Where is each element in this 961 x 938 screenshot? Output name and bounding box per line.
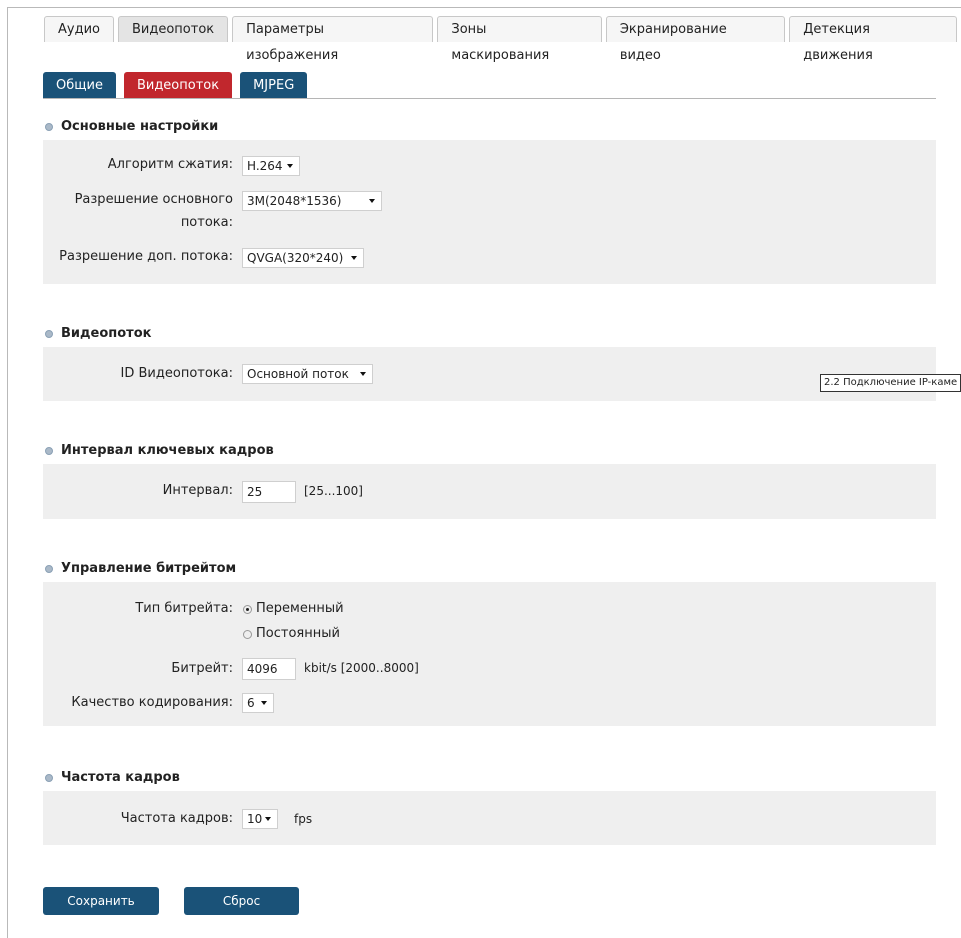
- main-res-label-line1: Разрешение основного: [74, 192, 233, 207]
- tab-audio[interactable]: Аудио: [44, 16, 114, 42]
- stream-id-select-value: Основной поток: [247, 367, 349, 381]
- chevron-down-icon: [261, 701, 267, 705]
- section-title-basic-text: Основные настройки: [61, 119, 219, 134]
- section-title-keyframe: Интервал ключевых кадров: [45, 443, 274, 458]
- stream-id-label: ID Видеопотока:: [120, 366, 233, 381]
- section-title-bitrate: Управление битрейтом: [45, 561, 236, 576]
- section-title-keyframe-text: Интервал ключевых кадров: [61, 443, 274, 458]
- compression-select[interactable]: H.264: [242, 156, 300, 176]
- section-title-framerate: Частота кадров: [45, 770, 180, 785]
- bullet-icon: [45, 773, 53, 782]
- compression-label: Алгоритм сжатия:: [107, 157, 233, 172]
- bullet-icon: [45, 564, 53, 573]
- tab-image-params[interactable]: Параметры изображения: [232, 16, 434, 63]
- tooltip: 2.2 Подключение IP-каме: [820, 374, 961, 392]
- quality-select-value: 6: [247, 696, 255, 710]
- chevron-down-icon: [287, 164, 293, 168]
- sub-res-select-value: QVGA(320*240): [247, 251, 344, 265]
- tab-videostream[interactable]: Видеопоток: [117, 16, 229, 42]
- sub-res-select[interactable]: QVGA(320*240): [242, 248, 364, 268]
- section-title-stream-text: Видеопоток: [61, 326, 152, 341]
- subtab-general[interactable]: Общие: [43, 72, 116, 99]
- fps-unit: fps: [294, 812, 313, 826]
- reset-button[interactable]: Сброс: [184, 887, 299, 915]
- tab-motion-detection[interactable]: Детекция движения: [789, 16, 958, 63]
- radio-constant[interactable]: [243, 630, 252, 639]
- chevron-down-icon: [265, 817, 271, 821]
- bitrate-input[interactable]: 4096: [242, 658, 296, 680]
- fps-select-value: 10: [247, 812, 263, 826]
- section-title-bitrate-text: Управление битрейтом: [61, 561, 237, 576]
- bullet-icon: [45, 329, 53, 338]
- bitrate-label: Битрейт:: [171, 661, 233, 676]
- bitrate-unit-range: kbit/s [2000..8000]: [304, 661, 419, 675]
- main-res-select[interactable]: 3M(2048*1536): [242, 191, 382, 211]
- chevron-down-icon: [369, 199, 375, 203]
- interval-label: Интервал:: [162, 483, 233, 498]
- subtab-mjpeg[interactable]: MJPEG: [240, 72, 308, 99]
- compression-select-value: H.264: [247, 159, 283, 173]
- save-button[interactable]: Сохранить: [43, 887, 159, 915]
- tab-mask-zones[interactable]: Зоны маскирования: [437, 16, 602, 63]
- radio-variable[interactable]: [243, 605, 252, 614]
- tab-video-shielding[interactable]: Экранирование видео: [605, 16, 786, 63]
- section-title-stream: Видеопоток: [45, 326, 151, 341]
- top-tab-bar: Аудио Видеопоток Параметры изображения З…: [44, 16, 961, 63]
- main-res-select-value: 3M(2048*1536): [247, 194, 342, 208]
- radio-variable-label: Переменный: [256, 601, 344, 616]
- fps-select[interactable]: 10: [242, 809, 278, 829]
- fps-label: Частота кадров:: [120, 811, 233, 826]
- interval-input[interactable]: 25: [242, 481, 296, 503]
- bullet-icon: [45, 122, 53, 131]
- radio-constant-label: Постоянный: [256, 626, 340, 641]
- quality-select[interactable]: 6: [242, 693, 274, 713]
- quality-label: Качество кодирования:: [71, 695, 233, 710]
- section-title-framerate-text: Частота кадров: [61, 770, 180, 785]
- section-title-basic: Основные настройки: [45, 119, 218, 134]
- subtab-videostream[interactable]: Видеопоток: [123, 72, 233, 99]
- sub-res-label: Разрешение доп. потока:: [59, 249, 233, 264]
- bullet-icon: [45, 446, 53, 455]
- main-res-label-line2: потока:: [180, 215, 233, 230]
- chevron-down-icon: [360, 372, 366, 376]
- subtab-divider: [43, 98, 936, 99]
- stream-id-select[interactable]: Основной поток: [242, 364, 373, 384]
- sub-tab-bar: Общие Видеопоток MJPEG: [43, 72, 315, 99]
- chevron-down-icon: [351, 256, 357, 260]
- bitrate-type-label: Тип битрейта:: [135, 601, 233, 616]
- interval-range: [25...100]: [304, 484, 363, 498]
